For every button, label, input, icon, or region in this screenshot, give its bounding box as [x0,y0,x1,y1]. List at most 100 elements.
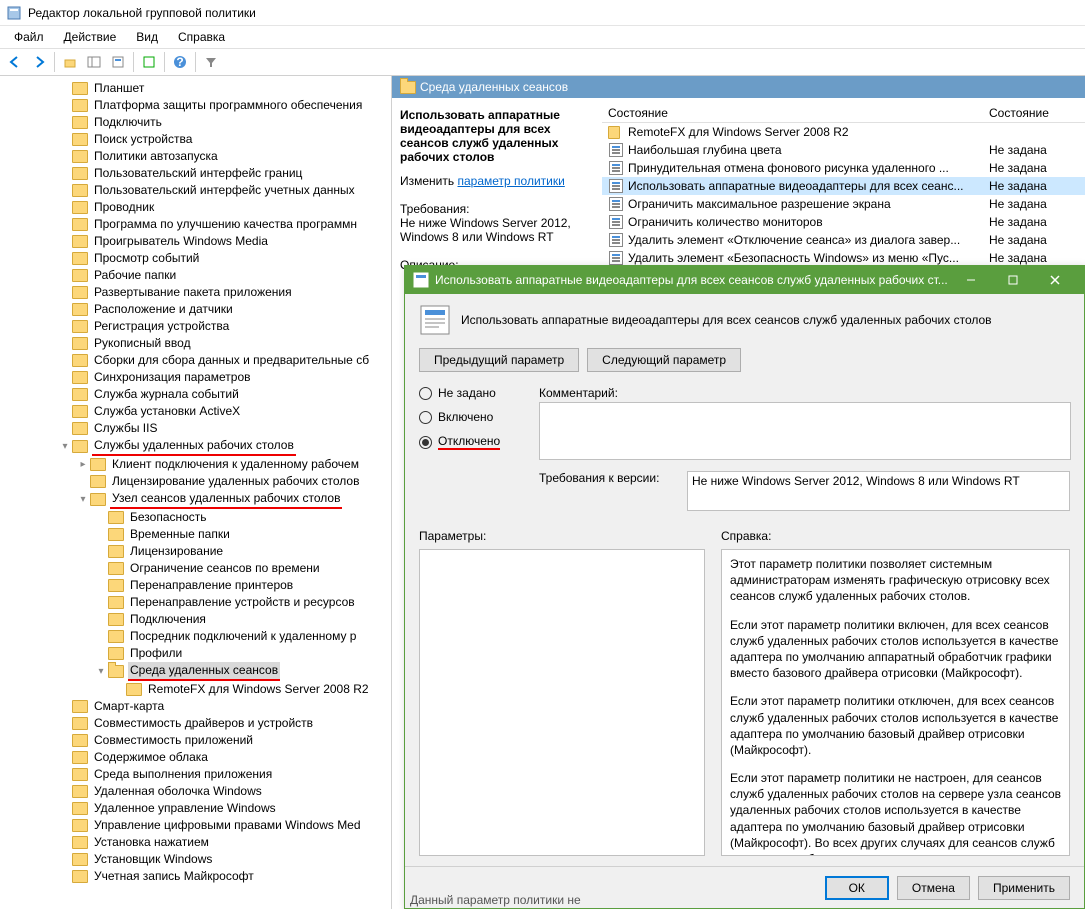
folder-icon [72,440,88,453]
tree-item[interactable]: Развертывание пакета приложения [0,284,391,301]
tree-item[interactable]: Платформа защиты программного обеспечени… [0,97,391,114]
tree-item[interactable]: ▸Клиент подключения к удаленному рабочем [0,456,391,473]
tree-item[interactable]: Установка нажатием [0,834,391,851]
tree-item[interactable]: Расположение и датчики [0,301,391,318]
tree-item[interactable]: Сборки для сбора данных и предварительны… [0,352,391,369]
tree-item[interactable]: Среда выполнения приложения [0,766,391,783]
tree-item[interactable]: Учетная запись Майкрософт [0,868,391,885]
tree-item[interactable]: ▾Службы удаленных рабочих столов [0,437,391,456]
tree-item[interactable]: Программа по улучшению качества программ… [0,216,391,233]
previous-setting-button[interactable]: Предыдущий параметр [419,348,579,372]
tree-item[interactable]: Поиск устройства [0,131,391,148]
menu-action[interactable]: Действие [54,28,127,46]
menu-file[interactable]: Файл [4,28,54,46]
edit-policy-link[interactable]: параметр политики [457,174,564,188]
show-hide-button[interactable] [83,51,105,73]
help-button[interactable]: ? [169,51,191,73]
tree-label: Установщик Windows [92,851,214,868]
list-row[interactable]: RemoteFX для Windows Server 2008 R2 [602,123,1085,141]
radio-not-configured[interactable]: Не задано [419,386,529,400]
tree-label: Программа по улучшению качества программ… [92,216,359,233]
up-button[interactable] [59,51,81,73]
tree-item[interactable]: Политики автозапуска [0,148,391,165]
back-button[interactable] [4,51,26,73]
tree-item[interactable]: Рукописный ввод [0,335,391,352]
tree-item[interactable]: Лицензирование удаленных рабочих столов [0,473,391,490]
next-setting-button[interactable]: Следующий параметр [587,348,741,372]
tree-item[interactable]: Службы IIS [0,420,391,437]
tree-item[interactable]: Установщик Windows [0,851,391,868]
maximize-button[interactable] [992,266,1034,294]
list-row[interactable]: Наибольшая глубина цветаНе задана [602,141,1085,159]
tree-item[interactable]: ▾Узел сеансов удаленных рабочих столов [0,490,391,509]
close-button[interactable] [1034,266,1076,294]
folder-icon [108,613,124,626]
folder-icon [72,405,88,418]
folder-icon [72,785,88,798]
minimize-button[interactable] [950,266,992,294]
help-text-box[interactable]: Этот параметр политики позволяет системн… [721,549,1070,856]
tree-item[interactable]: Профили [0,645,391,662]
tree-item[interactable]: Рабочие папки [0,267,391,284]
tree-item[interactable]: RemoteFX для Windows Server 2008 R2 [0,681,391,698]
tree-item[interactable]: Совместимость приложений [0,732,391,749]
refresh-button[interactable] [138,51,160,73]
tree-pane[interactable]: ПланшетПлатформа защиты программного обе… [0,76,392,909]
menu-view[interactable]: Вид [126,28,168,46]
tree-item[interactable]: Синхронизация параметров [0,369,391,386]
dialog-titlebar[interactable]: Использовать аппаратные видеоадаптеры дл… [405,266,1084,294]
tree-item[interactable]: Лицензирование [0,543,391,560]
tree-item[interactable]: ▾Среда удаленных сеансов [0,662,391,681]
tree-item[interactable]: Пользовательский интерфейс границ [0,165,391,182]
tree-item[interactable]: Проводник [0,199,391,216]
list-row[interactable]: Ограничить количество мониторовНе задана [602,213,1085,231]
toolbar-separator [164,52,165,72]
comment-textarea[interactable] [539,402,1071,460]
tree-item[interactable]: Ограничение сеансов по времени [0,560,391,577]
tree-item[interactable]: Смарт-карта [0,698,391,715]
tree-item[interactable]: Управление цифровыми правами Windows Med [0,817,391,834]
tree-item[interactable]: Проигрыватель Windows Media [0,233,391,250]
menubar: Файл Действие Вид Справка [0,26,1085,48]
list-row[interactable]: Использовать аппаратные видеоадаптеры дл… [602,177,1085,195]
tree-label: Временные папки [128,526,232,543]
cancel-button[interactable]: Отмена [897,876,970,900]
tree-item[interactable]: Перенаправление устройств и ресурсов [0,594,391,611]
setting-icon [608,250,624,266]
tree-item[interactable]: Подключить [0,114,391,131]
tree-item[interactable]: Безопасность [0,509,391,526]
radio-disabled[interactable]: Отключено [419,434,529,450]
tree-item[interactable]: Перенаправление принтеров [0,577,391,594]
ok-button[interactable]: ОК [825,876,889,900]
list-row[interactable]: Принудительная отмена фонового рисунка у… [602,159,1085,177]
tree-item[interactable]: Содержимое облака [0,749,391,766]
folder-icon [72,82,88,95]
tree-item[interactable]: Просмотр событий [0,250,391,267]
setting-name: Принудительная отмена фонового рисунка у… [628,161,989,175]
tree-item[interactable]: Временные папки [0,526,391,543]
tree-item[interactable]: Регистрация устройства [0,318,391,335]
apply-button[interactable]: Применить [978,876,1070,900]
folder-icon [72,870,88,883]
tree-label: Среда выполнения приложения [92,766,274,783]
list-row[interactable]: Удалить элемент «Отключение сеанса» из д… [602,231,1085,249]
tree-item[interactable]: Удаленное управление Windows [0,800,391,817]
radio-enabled[interactable]: Включено [419,410,529,424]
tree-item[interactable]: Пользовательский интерфейс учетных данны… [0,182,391,199]
export-button[interactable] [107,51,129,73]
tree-item[interactable]: Служба журнала событий [0,386,391,403]
tree-item[interactable]: Посредник подключений к удаленному р [0,628,391,645]
collapse-icon: ▾ [58,438,72,455]
toolbar: ? [0,48,1085,76]
list-row[interactable]: Ограничить максимальное разрешение экран… [602,195,1085,213]
tree-item[interactable]: Удаленная оболочка Windows [0,783,391,800]
tree-item[interactable]: Служба установки ActiveX [0,403,391,420]
filter-button[interactable] [200,51,222,73]
parameters-box [419,549,705,856]
forward-button[interactable] [28,51,50,73]
tree-item[interactable]: Подключения [0,611,391,628]
menu-help[interactable]: Справка [168,28,235,46]
tree-item[interactable]: Совместимость драйверов и устройств [0,715,391,732]
tree-item[interactable]: Планшет [0,80,391,97]
tree-label: Расположение и датчики [92,301,235,318]
